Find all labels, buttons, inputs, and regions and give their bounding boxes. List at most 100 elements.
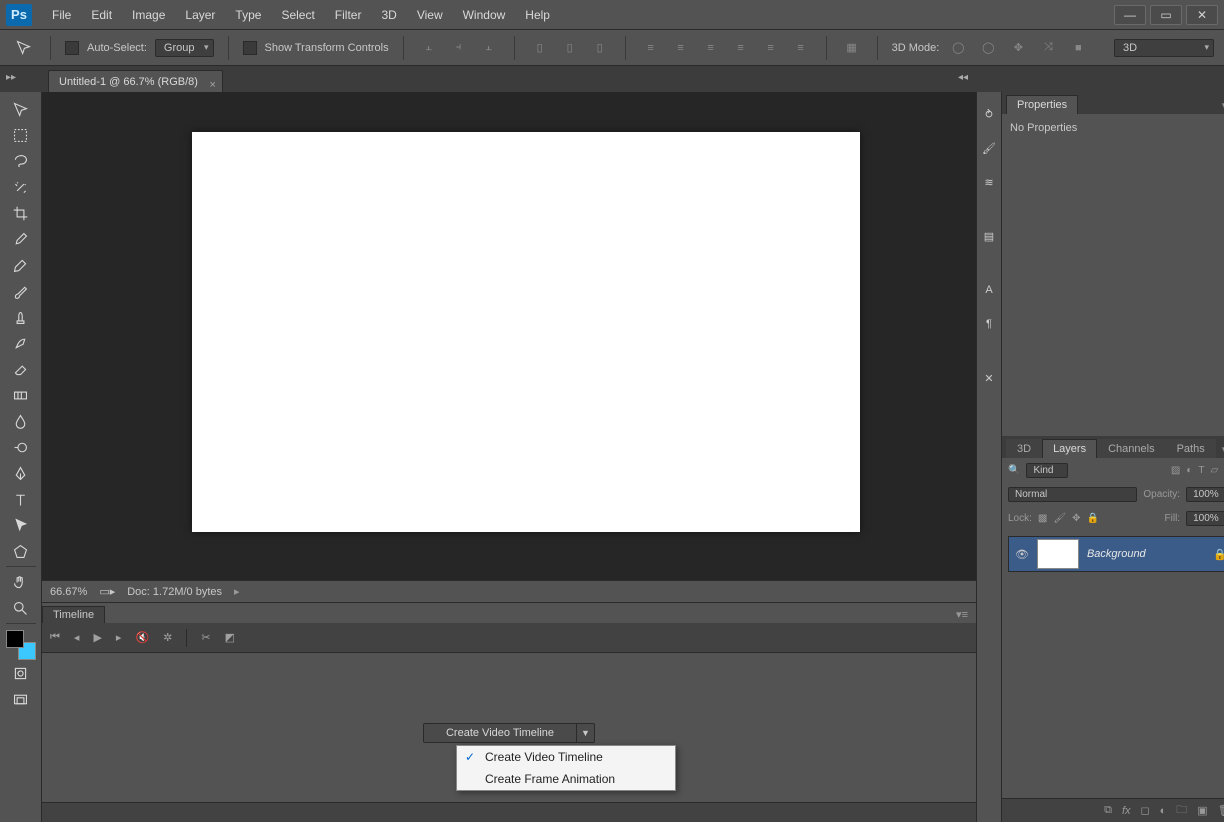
align-top-icon[interactable]: ⫠ bbox=[418, 37, 440, 59]
panel-menu-icon[interactable]: ▾≡ bbox=[1216, 441, 1224, 458]
timeline-tab[interactable]: Timeline bbox=[42, 606, 105, 623]
lock-all-icon[interactable]: 🔒 bbox=[1086, 513, 1098, 524]
distribute-bottom-icon[interactable]: ≡ bbox=[700, 37, 722, 59]
character-panel-icon[interactable]: A bbox=[977, 278, 1001, 302]
lock-transparent-icon[interactable]: ▩ bbox=[1038, 513, 1047, 524]
menu-select[interactable]: Select bbox=[271, 1, 324, 29]
move-tool[interactable] bbox=[8, 96, 34, 122]
distribute-vcenter-icon[interactable]: ≡ bbox=[670, 37, 692, 59]
type-tool[interactable] bbox=[8, 486, 34, 512]
menu-item-video-timeline[interactable]: Create Video Timeline bbox=[457, 746, 675, 768]
menu-type[interactable]: Type bbox=[225, 1, 271, 29]
workspace-dropdown[interactable]: 3D bbox=[1114, 39, 1214, 57]
align-right-icon[interactable]: ▯ bbox=[589, 37, 611, 59]
dodge-tool[interactable] bbox=[8, 434, 34, 460]
shape-tool[interactable] bbox=[8, 538, 34, 564]
prev-frame-icon[interactable]: ◂ bbox=[74, 631, 80, 644]
3d-orbit-icon[interactable]: ◯ bbox=[947, 37, 969, 59]
lock-paint-icon[interactable]: 🖌 bbox=[1053, 513, 1066, 524]
marquee-tool[interactable] bbox=[8, 122, 34, 148]
window-minimize[interactable]: ― bbox=[1114, 5, 1146, 25]
brush-tool[interactable] bbox=[8, 278, 34, 304]
history-brush-tool[interactable] bbox=[8, 330, 34, 356]
menu-3d[interactable]: 3D bbox=[371, 1, 406, 29]
menu-window[interactable]: Window bbox=[453, 1, 516, 29]
auto-align-icon[interactable]: ▦ bbox=[841, 37, 863, 59]
3d-scale-icon[interactable]: ■ bbox=[1067, 37, 1089, 59]
zoom-tool[interactable] bbox=[8, 595, 34, 621]
healing-brush-tool[interactable] bbox=[8, 252, 34, 278]
align-left-icon[interactable]: ▯ bbox=[529, 37, 551, 59]
filter-shape-icon[interactable]: ▱ bbox=[1211, 465, 1219, 476]
pen-tool[interactable] bbox=[8, 460, 34, 486]
distribute-right-icon[interactable]: ≡ bbox=[790, 37, 812, 59]
tab-layers[interactable]: Layers bbox=[1042, 439, 1097, 458]
canvas[interactable] bbox=[192, 132, 860, 532]
tab-3d[interactable]: 3D bbox=[1006, 439, 1042, 458]
first-frame-icon[interactable]: ⏮ bbox=[50, 631, 60, 644]
group-icon[interactable]: 🗀 bbox=[1176, 801, 1187, 820]
3d-slide-icon[interactable]: ⤨ bbox=[1037, 37, 1059, 59]
layer-row[interactable]: 👁 Background 🔒 bbox=[1008, 536, 1224, 572]
clone-stamp-tool[interactable] bbox=[8, 304, 34, 330]
document-tab[interactable]: Untitled-1 @ 66.7% (RGB/8) × bbox=[48, 70, 223, 92]
show-transform-checkbox[interactable] bbox=[243, 41, 257, 55]
align-vcenter-icon[interactable]: ⫞ bbox=[448, 37, 470, 59]
split-icon[interactable]: ✂ bbox=[201, 631, 210, 644]
quick-mask-tool[interactable] bbox=[8, 660, 34, 686]
settings-icon[interactable]: ✲ bbox=[163, 631, 172, 644]
tab-paths[interactable]: Paths bbox=[1166, 439, 1216, 458]
layer-name-label[interactable]: Background bbox=[1087, 548, 1205, 560]
menu-layer[interactable]: Layer bbox=[175, 1, 225, 29]
canvas-area[interactable] bbox=[42, 92, 976, 580]
link-layers-icon[interactable]: ⧉ bbox=[1104, 804, 1112, 817]
gradient-tool[interactable] bbox=[8, 382, 34, 408]
filter-pixel-icon[interactable]: ▨ bbox=[1171, 465, 1180, 476]
brush-panel-icon[interactable]: ≋ bbox=[977, 170, 1001, 194]
menu-image[interactable]: Image bbox=[122, 1, 175, 29]
paragraph-panel-icon[interactable]: ¶ bbox=[977, 312, 1001, 336]
blend-mode-dropdown[interactable]: Normal bbox=[1008, 487, 1137, 502]
foreground-color-swatch[interactable] bbox=[6, 630, 24, 648]
opacity-field[interactable]: 100% bbox=[1186, 487, 1224, 502]
distribute-hcenter-icon[interactable]: ≡ bbox=[760, 37, 782, 59]
magic-wand-tool[interactable] bbox=[8, 174, 34, 200]
menu-filter[interactable]: Filter bbox=[325, 1, 372, 29]
align-bottom-icon[interactable]: ⫠ bbox=[478, 37, 500, 59]
auto-select-dropdown[interactable]: Group bbox=[155, 39, 214, 57]
3d-roll-icon[interactable]: ◯ bbox=[977, 37, 999, 59]
layer-thumbnail[interactable] bbox=[1037, 539, 1079, 569]
menu-file[interactable]: File bbox=[42, 1, 81, 29]
lock-move-icon[interactable]: ✥ bbox=[1072, 513, 1080, 524]
mute-icon[interactable]: 🔇 bbox=[135, 631, 149, 644]
menu-help[interactable]: Help bbox=[515, 1, 560, 29]
preview-icon[interactable]: ▭▸ bbox=[99, 585, 115, 598]
menu-view[interactable]: View bbox=[407, 1, 453, 29]
next-frame-icon[interactable]: ▸ bbox=[116, 631, 122, 644]
3d-pan-icon[interactable]: ✥ bbox=[1007, 37, 1029, 59]
mask-icon[interactable]: ◻ bbox=[1141, 804, 1150, 817]
doc-info-arrow-icon[interactable]: ▸ bbox=[234, 585, 240, 598]
blur-tool[interactable] bbox=[8, 408, 34, 434]
zoom-level[interactable]: 66.67% bbox=[50, 586, 87, 598]
adjustment-icon[interactable]: ◐ bbox=[1160, 805, 1167, 817]
align-hcenter-icon[interactable]: ▯ bbox=[559, 37, 581, 59]
filter-kind-dropdown[interactable]: Kind bbox=[1026, 463, 1068, 478]
window-maximize[interactable]: ▭ bbox=[1150, 5, 1182, 25]
eraser-tool[interactable] bbox=[8, 356, 34, 382]
brush-presets-icon[interactable]: 🖌 bbox=[977, 136, 1001, 160]
screen-mode-tool[interactable] bbox=[8, 686, 34, 712]
collapse-left-icon[interactable]: ▸▸ bbox=[6, 72, 16, 83]
create-timeline-button[interactable]: Create Video Timeline bbox=[423, 723, 577, 743]
transition-icon[interactable]: ◩ bbox=[225, 631, 235, 644]
color-swatches[interactable] bbox=[6, 630, 36, 660]
filter-kind-icon[interactable]: 🔍 bbox=[1008, 465, 1020, 476]
panel-menu-icon[interactable]: ▾≡ bbox=[948, 606, 976, 623]
distribute-top-icon[interactable]: ≡ bbox=[640, 37, 662, 59]
fill-field[interactable]: 100% bbox=[1186, 511, 1224, 526]
distribute-left-icon[interactable]: ≡ bbox=[730, 37, 752, 59]
tab-channels[interactable]: Channels bbox=[1097, 439, 1165, 458]
layer-comps-icon[interactable]: ▤ bbox=[977, 224, 1001, 248]
delete-layer-icon[interactable]: 🗑 bbox=[1218, 804, 1224, 817]
window-close[interactable]: ✕ bbox=[1186, 5, 1218, 25]
